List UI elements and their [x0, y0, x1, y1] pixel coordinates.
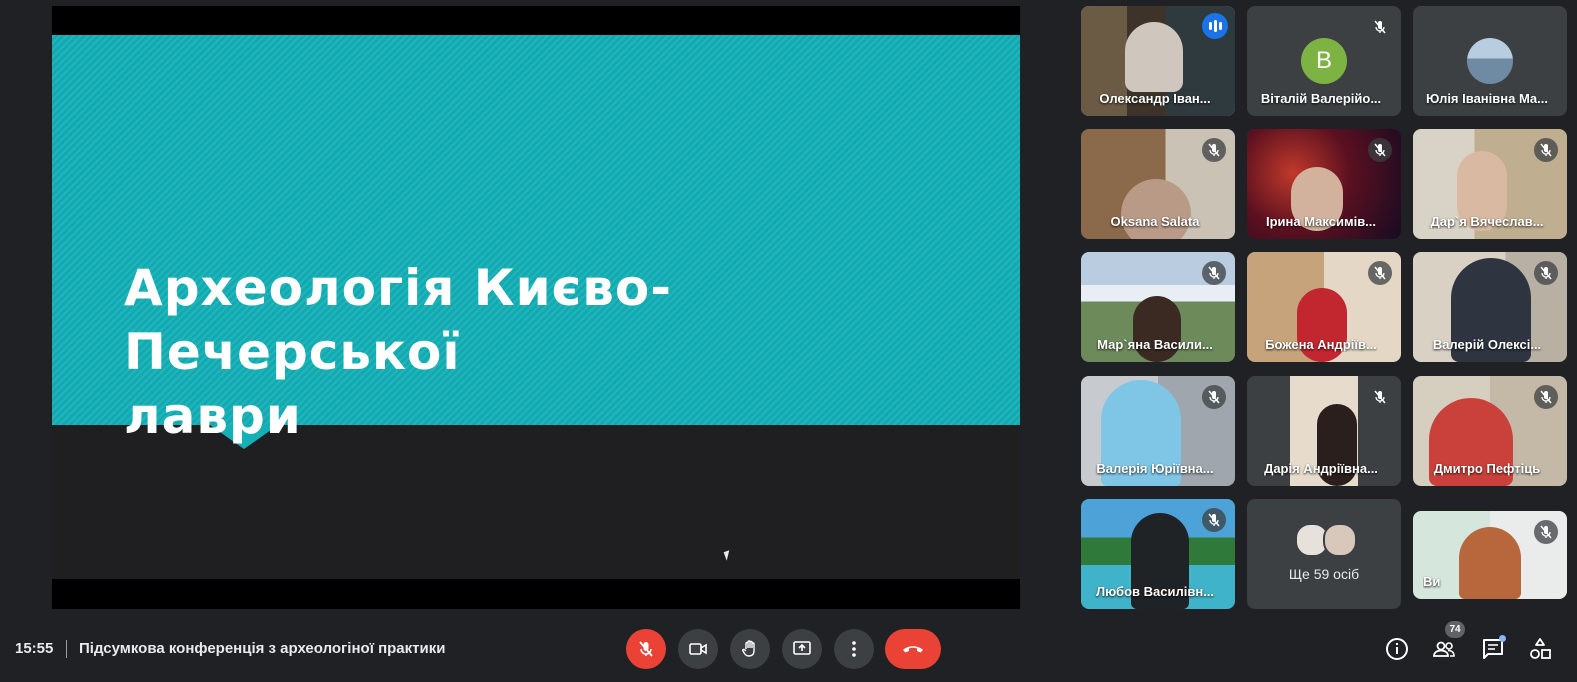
presentation-stage: Археологія Києво-Печерської лаври [52, 6, 1020, 609]
participant-name: Ірина Максимів... [1265, 214, 1377, 229]
participant-name: Юлія Іванівна Ма... [1425, 91, 1548, 106]
mic-off-icon [1534, 261, 1558, 285]
present-screen-icon [793, 641, 811, 655]
avatar [1323, 523, 1357, 557]
participant-tile-vitalii[interactable]: В Віталій Валерійо... [1247, 6, 1401, 116]
participants-button[interactable] [1431, 636, 1457, 662]
raise-hand-icon [742, 640, 755, 657]
participant-video [1133, 296, 1181, 362]
slide-title-line-2: лаври [124, 387, 302, 445]
participant-name: Валерій Олексі... [1432, 337, 1542, 352]
participant-name: Мар`яна Васили... [1097, 337, 1213, 352]
participant-tile-iryna[interactable]: Ірина Максимів... [1247, 129, 1401, 239]
participant-name: Дмитро Пефтіць [1433, 461, 1541, 476]
participant-tile-valeriia[interactable]: Валерія Юріївна... [1081, 376, 1235, 486]
chat-notification-dot [1499, 635, 1506, 642]
camera-toggle-button[interactable] [678, 629, 718, 669]
mic-off-icon [1368, 138, 1392, 162]
participant-tile-dariia-a[interactable]: Дарія Андріївна... [1247, 376, 1401, 486]
mic-off-icon [1202, 261, 1226, 285]
mic-toggle-button[interactable] [626, 629, 666, 669]
avatar [1467, 38, 1513, 84]
participant-tile-dmytro[interactable]: Дмитро Пефтіць [1413, 376, 1567, 486]
letterbox-bottom [52, 579, 1020, 609]
meeting-clock: 15:55 [15, 640, 54, 657]
participant-name: Валерія Юріївна... [1096, 461, 1214, 476]
participant-name: Віталій Валерійо... [1260, 91, 1382, 106]
mic-off-icon [639, 641, 653, 657]
participant-tile-oleksandr[interactable]: Олександр Іван... [1081, 6, 1235, 116]
mic-off-icon [1368, 261, 1392, 285]
meeting-info-button[interactable] [1384, 636, 1410, 662]
participant-tile-liubov[interactable]: Любов Василівн... [1081, 499, 1235, 609]
mic-off-icon [1534, 520, 1558, 544]
meeting-title: Підсумкова конференція з археологіної пр… [79, 640, 446, 657]
info-icon [1386, 638, 1408, 660]
slide-title-line-1: Археологія Києво-Печерської [124, 259, 673, 381]
participant-name: Ви [1423, 574, 1441, 589]
participant-video [1125, 22, 1183, 92]
present-screen-button[interactable] [782, 629, 822, 669]
participant-count-badge: 74 [1445, 621, 1465, 638]
raise-hand-button[interactable] [730, 629, 770, 669]
mic-off-icon [1202, 385, 1226, 409]
participant-tile-daria-v[interactable]: Дар`я Вячеслав... [1413, 129, 1567, 239]
more-vert-icon [852, 641, 856, 657]
speaking-indicator-icon [1202, 13, 1228, 39]
activities-icon [1530, 638, 1551, 659]
mic-off-icon [1534, 138, 1558, 162]
participant-tile-mariana[interactable]: Мар`яна Васили... [1081, 252, 1235, 362]
more-participants-tile[interactable]: Ще 59 осіб [1247, 499, 1401, 609]
mic-off-icon [1202, 508, 1226, 532]
participant-name: Дарія Андріївна... [1264, 461, 1378, 476]
mic-off-icon [1368, 15, 1392, 39]
participant-tile-self[interactable]: Ви [1413, 511, 1567, 599]
participant-tile-yuliia[interactable]: Юлія Іванівна Ма... [1413, 6, 1567, 116]
people-icon [1433, 641, 1455, 657]
activities-button[interactable] [1527, 636, 1553, 662]
participant-name: Божена Андріїв... [1265, 337, 1377, 352]
avatar: В [1301, 38, 1347, 84]
participant-name: Дар`я Вячеслав... [1430, 214, 1544, 229]
participant-name: Любов Василівн... [1095, 584, 1214, 599]
mic-off-icon [1202, 138, 1226, 162]
participant-tile-valerii[interactable]: Валерій Олексі... [1413, 252, 1567, 362]
videocam-icon [689, 643, 707, 655]
divider [66, 640, 67, 658]
end-call-button[interactable] [885, 629, 941, 669]
participant-tile-oksana[interactable]: Oksana Salata [1081, 129, 1235, 239]
call-end-icon [903, 646, 923, 653]
more-options-button[interactable] [834, 629, 874, 669]
mic-off-icon [1534, 385, 1558, 409]
participant-name: Oksana Salata [1110, 214, 1200, 229]
slide-title: Археологія Києво-Печерської лаври [124, 256, 984, 448]
more-participants-label: Ще 59 осіб [1288, 566, 1360, 582]
participant-name: Олександр Іван... [1099, 91, 1211, 106]
letterbox-top [52, 6, 1020, 35]
mic-off-icon [1368, 385, 1392, 409]
participant-tile-bozhena[interactable]: Божена Андріїв... [1247, 252, 1401, 362]
